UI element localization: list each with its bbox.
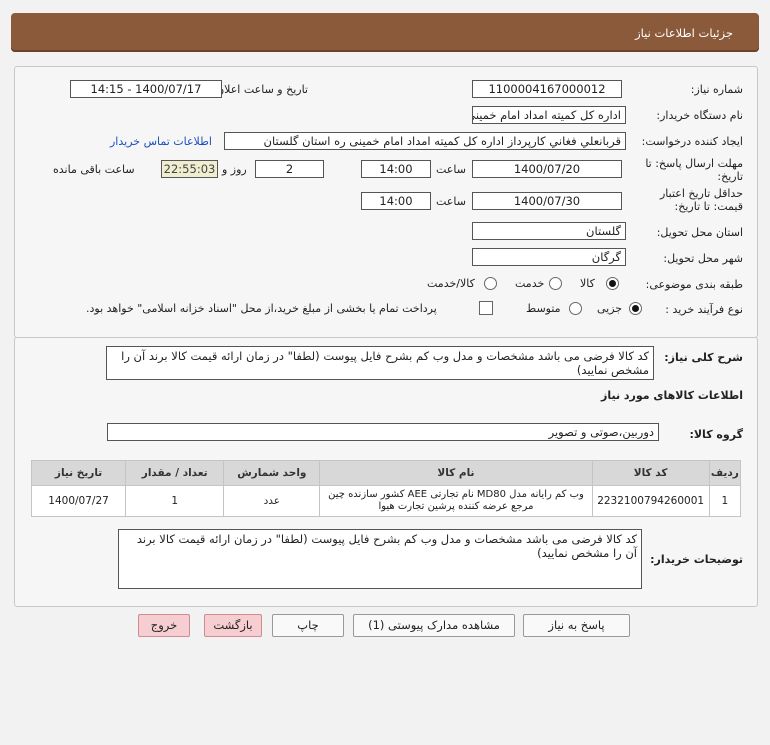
days-field: 2 bbox=[255, 160, 324, 178]
creator-label: ایجاد کننده درخواست: bbox=[641, 135, 743, 148]
purchase-minor-radio[interactable] bbox=[629, 302, 642, 315]
cell-row: 1 bbox=[708, 485, 742, 517]
col-date-header: تاریخ نیاز bbox=[30, 460, 127, 486]
days-label: روز و bbox=[222, 163, 247, 176]
city-field: گرگان bbox=[472, 248, 626, 266]
deadline-label: مهلت ارسال پاسخ: تا تاریخ: bbox=[645, 157, 743, 183]
remaining-time-field: 22:55:03 bbox=[161, 160, 218, 178]
category-both-radio[interactable] bbox=[484, 277, 497, 290]
validity-time-label: ساعت bbox=[436, 195, 466, 208]
need-number-label: شماره نیاز: bbox=[690, 83, 743, 96]
deadline-date-field: 1400/07/20 bbox=[472, 160, 622, 178]
purchase-medium-radio[interactable] bbox=[569, 302, 582, 315]
col-qty-header: تعداد / مقدار bbox=[125, 460, 225, 486]
category-service-radio[interactable] bbox=[549, 277, 562, 290]
exit-button[interactable]: خروج bbox=[138, 614, 190, 637]
cell-unit: عدد bbox=[223, 485, 321, 517]
buyer-notes-field: کد کالا فرضی می باشد مشخصات و مدل وب کم … bbox=[118, 529, 642, 589]
general-desc-label: شرح کلی نیاز: bbox=[664, 351, 743, 364]
category-service-label: خدمت bbox=[515, 277, 545, 290]
col-row-header: ردیف bbox=[708, 460, 742, 486]
print-button[interactable]: چاپ bbox=[272, 614, 344, 637]
buyer-contact-link[interactable]: اطلاعات تماس خریدار bbox=[110, 135, 212, 148]
back-button[interactable]: بازگشت bbox=[204, 614, 262, 637]
page-header: جزئیات اطلاعات نیاز bbox=[11, 13, 759, 52]
col-unit-header: واحد شمارش bbox=[223, 460, 321, 486]
category-both-label: کالا/خدمت bbox=[427, 277, 475, 290]
general-desc-field: کد کالا فرضی می باشد مشخصات و مدل وب کم … bbox=[106, 346, 654, 380]
treasury-checkbox[interactable] bbox=[479, 301, 493, 315]
city-label: شهر محل تحویل: bbox=[663, 252, 743, 265]
remaining-label: ساعت باقی مانده bbox=[53, 163, 135, 176]
goods-info-title: اطلاعات کالاهای مورد نیاز bbox=[601, 389, 743, 402]
creator-field: قربانعلي فغاني كارپرداز اداره کل کمیته ا… bbox=[224, 132, 626, 150]
col-code-header: کد کالا bbox=[591, 460, 710, 486]
cell-code: 2232100794260001 bbox=[591, 485, 710, 517]
purchase-minor-label: جزیی bbox=[597, 302, 623, 315]
province-label: استان محل تحویل: bbox=[656, 226, 743, 239]
col-name-header: نام کالا bbox=[319, 460, 593, 486]
goods-table: ردیف کد کالا نام کالا واحد شمارش تعداد /… bbox=[30, 460, 742, 517]
category-label: طبقه بندی موضوعی: bbox=[645, 278, 743, 291]
table-row: 1 2232100794260001 وب کم رایانه مدل MD80… bbox=[30, 485, 742, 517]
goods-group-label: گروه کالا: bbox=[689, 428, 743, 441]
deadline-time-label: ساعت bbox=[436, 163, 466, 176]
category-goods-label: کالا bbox=[580, 277, 595, 290]
cell-name: وب کم رایانه مدل MD80 نام تجارتی AEE کشو… bbox=[319, 485, 593, 517]
purchase-type-label: نوع فرآیند خرید : bbox=[665, 303, 743, 316]
cell-qty: 1 bbox=[125, 485, 225, 517]
buyer-notes-label: توضیحات خریدار: bbox=[650, 553, 743, 566]
deadline-time-field: 14:00 bbox=[361, 160, 431, 178]
validity-time-field: 14:00 bbox=[361, 192, 431, 210]
need-number-field: 1100004167000012 bbox=[472, 80, 622, 98]
buyer-org-field: اداره کل کمیته امداد امام خمینی ره استان… bbox=[472, 106, 626, 124]
province-field: گلستان bbox=[472, 222, 626, 240]
cell-date: 1400/07/27 bbox=[30, 485, 127, 517]
validity-date-field: 1400/07/30 bbox=[472, 192, 622, 210]
page-title: جزئیات اطلاعات نیاز bbox=[635, 26, 733, 40]
reply-button[interactable]: پاسخ به نیاز bbox=[523, 614, 630, 637]
category-goods-radio[interactable] bbox=[606, 277, 619, 290]
view-attachments-button[interactable]: مشاهده مدارک پیوستی (1) bbox=[353, 614, 515, 637]
treasury-text: پرداخت تمام یا بخشی از مبلغ خرید،از محل … bbox=[86, 302, 437, 315]
goods-group-field: دوربین،صوتی و تصویر bbox=[107, 423, 659, 441]
purchase-medium-label: متوسط bbox=[526, 302, 561, 315]
announce-field: 1400/07/17 - 14:15 bbox=[70, 80, 222, 98]
buyer-org-label: نام دستگاه خریدار: bbox=[656, 109, 743, 122]
validity-label: حداقل تاریخ اعتبار قیمت: تا تاریخ: bbox=[659, 187, 743, 213]
